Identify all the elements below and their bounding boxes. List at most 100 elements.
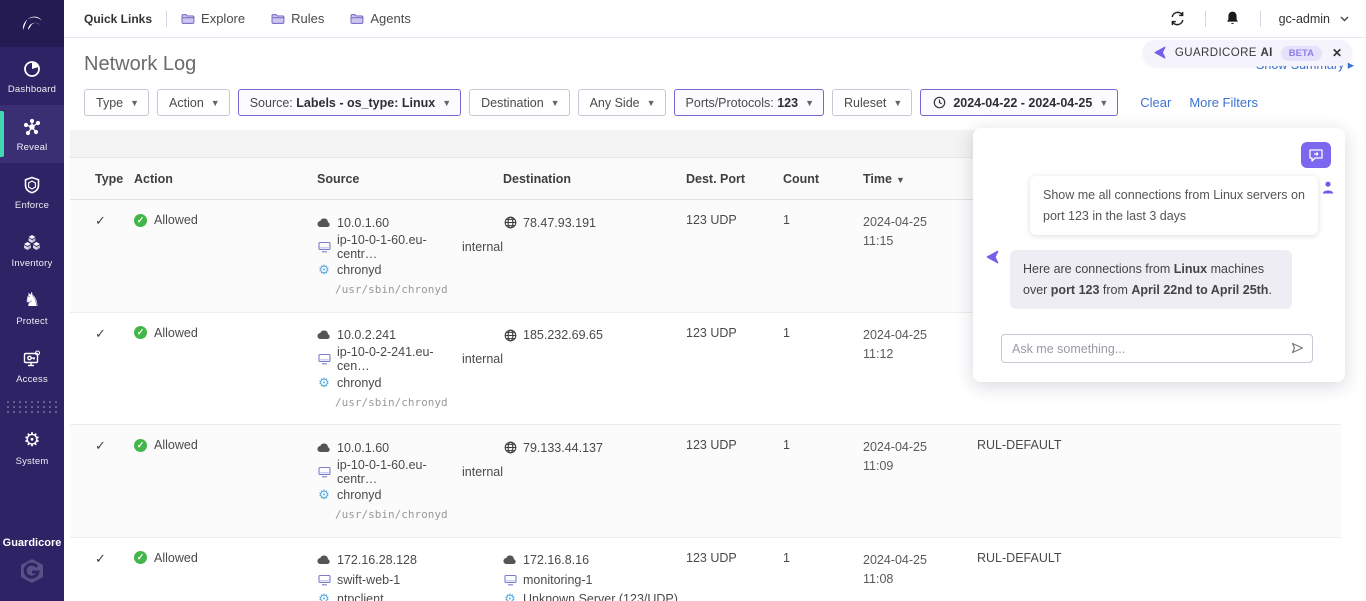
source-cell: 10.0.1.60ip-10-0-1-60.eu-centr…internal⚙…	[317, 438, 503, 525]
sidebar-item-label: System	[16, 456, 49, 467]
new-conversation-button[interactable]	[1301, 142, 1331, 168]
time-cell: 2024-04-2511:09	[863, 438, 977, 525]
topnav-rules[interactable]: Rules	[271, 11, 324, 26]
count-cell: 1	[783, 326, 863, 413]
asset-text: ip-10-0-2-241.eu-cen…	[337, 345, 452, 373]
filter-chip-label: Ports/Protocols: 123	[686, 96, 799, 110]
asset-text: 10.0.1.60	[337, 441, 389, 455]
table-row[interactable]: ✓✓Allowed172.16.28.128swift-web-1⚙ntpcli…	[70, 538, 1341, 601]
filter-chip-destination[interactable]: Destination▼	[469, 89, 569, 116]
chevron-down-icon[interactable]	[1336, 6, 1352, 32]
action-badge: ✓ Allowed	[134, 326, 317, 340]
sidebar-item-label: Protect	[16, 316, 48, 327]
sidebar-item-inventory[interactable]: Inventory	[0, 221, 64, 279]
asset-text: monitoring-1	[523, 573, 592, 587]
filter-chip-type[interactable]: Type▼	[84, 89, 149, 116]
guardicore-ai-chip: GUARDICORE AI BETA ✕	[1143, 40, 1352, 66]
cloud-icon	[317, 330, 331, 340]
filter-chip-source[interactable]: Source: Labels - os_type: Linux▼	[238, 89, 461, 116]
send-icon[interactable]	[1291, 341, 1304, 357]
sidebar-item-dashboard[interactable]: Dashboard	[0, 47, 64, 105]
asset-suffix: internal	[462, 465, 503, 479]
dest-port-cell: 123 UDP	[686, 438, 783, 525]
process-path: /usr/sbin/chronyd	[317, 280, 503, 300]
type-check-icon: ✓	[95, 326, 106, 341]
source-cell: 172.16.28.128swift-web-1⚙ntpclient/akama…	[317, 551, 503, 601]
chevron-down-icon: ▼	[130, 98, 139, 108]
dest-port-cell: 123 UDP	[686, 551, 783, 601]
chevron-down-icon: ▼	[551, 98, 560, 108]
topnav-explore[interactable]: Explore	[181, 11, 245, 26]
asset-text: chronyd	[337, 488, 381, 502]
more-filters-link[interactable]: More Filters	[1189, 95, 1258, 110]
chevron-down-icon: ▼	[647, 98, 656, 108]
col-header-time[interactable]: Time▼	[863, 172, 977, 186]
globe-icon	[503, 329, 517, 342]
col-header-action[interactable]: Action	[134, 172, 317, 186]
filter-chip-label: Any Side	[590, 96, 640, 110]
asset-line: ⚙chronyd	[317, 373, 503, 393]
globe-icon	[503, 216, 517, 229]
asset-line: ⚙ntpclient	[317, 590, 503, 601]
ai-avatar-icon	[985, 250, 1000, 270]
chevron-down-icon: ▼	[442, 98, 451, 108]
sidebar-item-access[interactable]: Access	[0, 337, 64, 395]
asset-text: ntpclient	[337, 592, 384, 601]
filter-chip-ruleset[interactable]: Ruleset▼	[832, 89, 912, 116]
asset-text: 172.16.8.16	[523, 553, 589, 567]
asset-suffix: internal	[462, 352, 503, 366]
time-cell: 2024-04-2511:15	[863, 213, 977, 300]
asset-line: ip-10-0-1-60.eu-centr…internal	[317, 233, 503, 261]
filter-chip-2024-04-22-2024-04-25[interactable]: 2024-04-22 - 2024-04-25▼	[920, 89, 1118, 116]
chat-input[interactable]	[1012, 342, 1291, 356]
cloud-icon	[317, 218, 331, 228]
time-cell: 2024-04-2511:12	[863, 326, 977, 413]
guardicore-swirl-logo[interactable]	[0, 0, 64, 47]
clear-filters-link[interactable]: Clear	[1140, 95, 1171, 110]
asset-text: chronyd	[337, 263, 381, 277]
action-label: Allowed	[154, 326, 198, 340]
filter-chip-any-side[interactable]: Any Side ▼	[578, 89, 666, 116]
type-check-icon: ✓	[95, 551, 106, 566]
asset-line: 10.0.2.241	[317, 326, 503, 346]
col-header-dest-port[interactable]: Dest. Port	[686, 172, 783, 186]
count-cell: 1	[783, 551, 863, 601]
dest-port-cell: 123 UDP	[686, 213, 783, 300]
ruleset-cell: RUL-DEFAULT	[977, 438, 1341, 525]
col-header-count[interactable]: Count	[783, 172, 863, 186]
folder-icon	[350, 12, 364, 26]
col-header-destination[interactable]: Destination	[503, 172, 686, 186]
ruleset-cell: RUL-DEFAULT	[977, 551, 1341, 601]
sidebar-item-system[interactable]: ⚙System	[0, 419, 64, 477]
guardicore-g-logo	[0, 557, 64, 585]
quick-links-label: Quick Links	[84, 12, 152, 26]
topnav-label: Explore	[201, 11, 245, 26]
col-header-source[interactable]: Source	[317, 172, 503, 186]
col-header-type[interactable]: Type	[95, 172, 134, 186]
filter-chip-ports-protocols[interactable]: Ports/Protocols: 123▼	[674, 89, 824, 116]
close-icon[interactable]: ✕	[1332, 46, 1342, 60]
notifications-bell-icon[interactable]	[1220, 6, 1246, 32]
sidebar-item-protect[interactable]: ♞Protect	[0, 279, 64, 337]
process-icon: ⚙	[317, 487, 331, 503]
ai-message-bubble: Here are connections from Linux machines…	[1010, 250, 1292, 309]
source-cell: 10.0.2.241ip-10-0-2-241.eu-cen… internal ⚙…	[317, 326, 503, 413]
topnav-agents[interactable]: Agents	[350, 11, 410, 26]
sidebar-item-enforce[interactable]: Enforce	[0, 163, 64, 221]
table-row[interactable]: ✓✓Allowed10.0.1.60ip-10-0-1-60.eu-centr……	[70, 425, 1341, 538]
allowed-icon: ✓	[134, 551, 147, 564]
filter-chip-action[interactable]: Action▼	[157, 89, 230, 116]
allowed-icon: ✓	[134, 326, 147, 339]
sidebar-item-reveal[interactable]: Reveal	[0, 105, 64, 163]
refresh-icon[interactable]	[1165, 6, 1191, 32]
ai-chat-panel: Show me all connections from Linux serve…	[973, 128, 1345, 382]
process-icon: ⚙	[317, 262, 331, 278]
ai-chip-brand: GUARDICORE AI	[1175, 47, 1273, 59]
asset-text: 185.232.69.65	[523, 328, 603, 342]
allowed-icon: ✓	[134, 439, 147, 452]
count-cell: 1	[783, 438, 863, 525]
process-icon: ⚙	[503, 591, 517, 601]
source-cell: 10.0.1.60ip-10-0-1-60.eu-centr…internal⚙…	[317, 213, 503, 300]
sidebar-item-label: Access	[16, 374, 48, 385]
user-menu[interactable]: gc-admin	[1279, 12, 1330, 26]
